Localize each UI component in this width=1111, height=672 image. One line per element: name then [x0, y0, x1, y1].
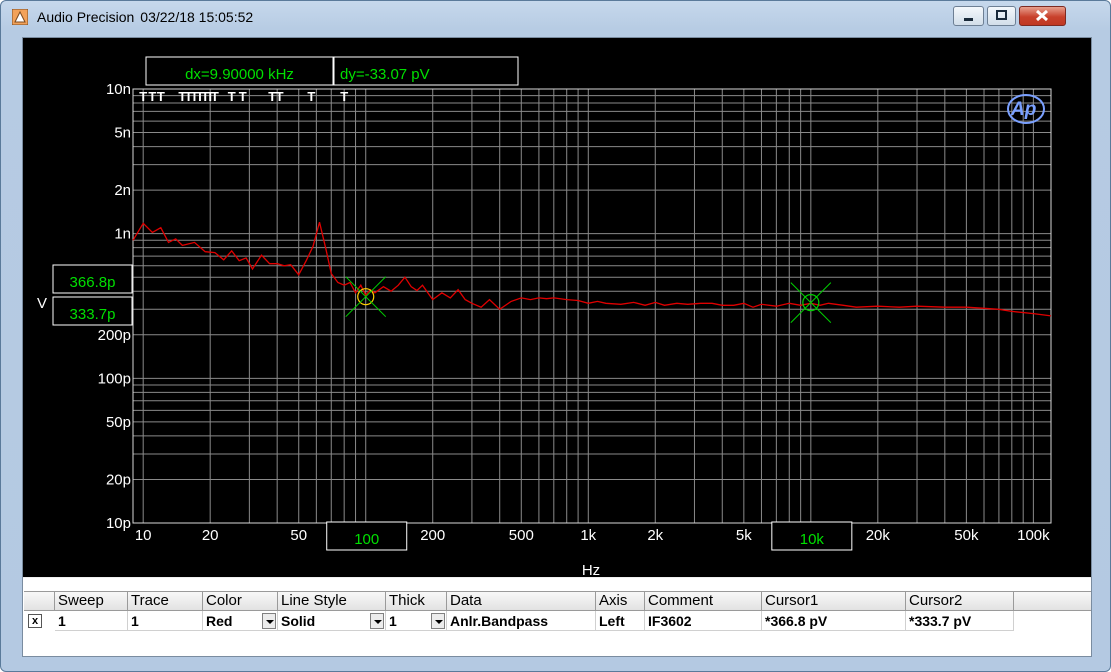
column-header-sweep[interactable]: Sweep — [55, 591, 128, 611]
cursor2-y-readout: 333.7p — [70, 306, 116, 323]
column-header-axis[interactable]: Axis — [596, 591, 645, 611]
x-tick-label: 20 — [202, 527, 219, 544]
cell-sweep[interactable]: 1 — [55, 611, 128, 631]
cell-cursor2[interactable]: *333.7 pV — [906, 611, 1014, 631]
minimize-button[interactable] — [953, 6, 984, 26]
ap-logo-text: Ap — [1010, 99, 1036, 120]
y-tick-label: 1n — [114, 226, 131, 243]
column-header-thick[interactable]: Thick — [386, 591, 447, 611]
tick-marker: T — [139, 89, 147, 104]
trace-enabled-checkbox[interactable]: x — [28, 614, 42, 628]
graph-panel: 10n 5n 2n 1n 200p 100p 50p 20p 10p 10 20 50 200 500 1k… — [22, 37, 1092, 657]
x-tick-label: 5k — [736, 527, 752, 544]
line-style-dropdown-button[interactable] — [370, 613, 384, 629]
trace-line — [132, 222, 1052, 317]
column-header-line-style[interactable]: Line Style — [278, 591, 386, 611]
dy-readout: dy=-33.07 pV — [340, 66, 430, 83]
cell-trace[interactable]: 1 — [128, 611, 203, 631]
app-window: Audio Precision 03/22/18 15:05:52 10n 5n 2n… — [0, 0, 1111, 672]
column-header-trace[interactable]: Trace — [128, 591, 203, 611]
x-tick-label: 500 — [509, 527, 534, 544]
y-tick-label: 5n — [114, 125, 131, 142]
window-timestamp: 03/22/18 15:05:52 — [140, 9, 254, 25]
tick-marker: T — [276, 89, 284, 104]
title-bar[interactable]: Audio Precision 03/22/18 15:05:52 — [1, 1, 1110, 33]
x-tick-label: 100k — [1017, 527, 1050, 544]
x-tick-label: 50k — [954, 527, 979, 544]
column-header-blank — [1014, 591, 1091, 611]
table-row-header-corner — [24, 591, 55, 611]
frequency-response-chart[interactable]: 10n 5n 2n 1n 200p 100p 50p 20p 10p10 20 50 200 500 1k… — [23, 38, 1091, 577]
window-title: Audio Precision 03/22/18 15:05:52 — [37, 9, 259, 25]
y-tick-label: 2n — [114, 182, 131, 199]
x-tick-label: 10 — [135, 527, 152, 544]
maximize-icon — [996, 10, 1007, 20]
y-tick-label: 100p — [98, 370, 131, 387]
y-tick-label: 10p — [106, 515, 131, 532]
y-tick-label: 10n — [106, 81, 131, 98]
cell-axis[interactable]: Left — [596, 611, 645, 631]
x-tick-label: 2k — [647, 527, 663, 544]
cursor2-x-readout: 10k — [800, 531, 825, 548]
cell-cursor1[interactable]: *366.8 pV — [762, 611, 906, 631]
tick-marker: T — [228, 89, 236, 104]
tick-marker: T — [211, 89, 219, 104]
cursor1-x-readout: 100 — [354, 531, 379, 548]
y-tick-label: 20p — [106, 471, 131, 488]
trace-table: Sweep Trace Color Line Style Thick Data … — [23, 578, 1091, 656]
x-tick-label: 50 — [290, 527, 307, 544]
x-tick-label: 200 — [420, 527, 445, 544]
x-axis-label: Hz — [582, 562, 600, 577]
y-tick-label: 200p — [98, 327, 131, 344]
column-header-comment[interactable]: Comment — [645, 591, 762, 611]
column-header-data[interactable]: Data — [447, 591, 596, 611]
thick-dropdown-button[interactable] — [431, 613, 445, 629]
tick-marker: T — [148, 89, 156, 104]
tick-marker: T — [157, 89, 165, 104]
y-axis-label: V — [37, 295, 47, 312]
cell-data[interactable]: Anlr.Bandpass — [447, 611, 596, 631]
ap-app-icon — [12, 9, 28, 25]
column-header-cursor1[interactable]: Cursor1 — [762, 591, 906, 611]
y-tick-label: 50p — [106, 414, 131, 431]
tick-marker: T — [239, 89, 247, 104]
tick-marker: T — [307, 89, 315, 104]
cell-comment[interactable]: IF3602 — [645, 611, 762, 631]
close-button[interactable] — [1019, 6, 1066, 26]
tick-marker: T — [340, 89, 348, 104]
color-dropdown-button[interactable] — [262, 613, 276, 629]
cursor1-y-readout: 366.8p — [70, 274, 116, 291]
window-app-name: Audio Precision — [37, 9, 135, 25]
dx-readout: dx=9.90000 kHz — [185, 66, 294, 83]
x-tick-label: 1k — [580, 527, 596, 544]
maximize-button[interactable] — [987, 6, 1016, 26]
column-header-color[interactable]: Color — [203, 591, 278, 611]
close-icon — [1035, 9, 1049, 22]
plot-area[interactable]: 10n 5n 2n 1n 200p 100p 50p 20p 10p 10 20 50 200 500 1k… — [23, 38, 1091, 577]
minimize-icon — [964, 18, 973, 21]
column-header-cursor2[interactable]: Cursor2 — [906, 591, 1014, 611]
x-tick-label: 20k — [866, 527, 891, 544]
